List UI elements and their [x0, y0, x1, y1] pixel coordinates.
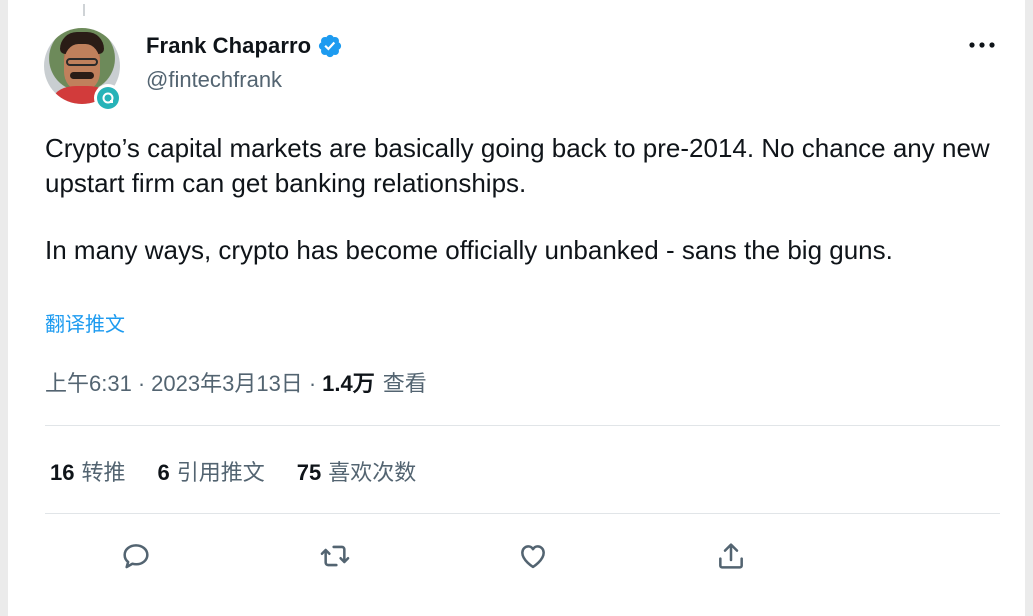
like-button[interactable]	[513, 536, 553, 576]
retweets-stat[interactable]: 16 转推	[50, 455, 126, 487]
reply-icon	[123, 544, 149, 569]
divider	[45, 425, 1000, 426]
meta-separator: ·	[308, 371, 317, 396]
likes-stat[interactable]: 75 喜欢次数	[297, 455, 417, 487]
translate-tweet-link[interactable]: 翻译推文	[45, 308, 125, 337]
quotes-label: 引用推文	[176, 460, 265, 485]
tweet-paragraph-1: Crypto’s capital markets are basically g…	[45, 133, 990, 198]
heart-icon	[521, 545, 545, 569]
action-bar	[8, 536, 1025, 576]
reply-button[interactable]	[116, 536, 156, 576]
tweet-date[interactable]: 2023年3月13日	[151, 366, 303, 398]
share-button[interactable]	[711, 536, 751, 576]
top-divider-mark	[83, 4, 85, 16]
share-icon	[719, 543, 743, 569]
retweet-button[interactable]	[315, 536, 355, 576]
author-row: Frank Chaparro	[146, 33, 343, 59]
likes-label: 喜欢次数	[328, 460, 417, 485]
more-horizontal-icon	[969, 42, 995, 48]
author-name[interactable]: Frank Chaparro	[146, 33, 311, 59]
tweet-meta: 上午6:31 · 2023年3月13日 · 1.4万 查看	[45, 366, 427, 398]
author-handle[interactable]: @fintechfrank	[146, 67, 282, 93]
retweet-icon	[320, 545, 350, 567]
verified-badge-icon	[319, 34, 342, 58]
engagement-stats: 16 转推 6 引用推文 75 喜欢次数	[50, 455, 416, 487]
tweet-card: Frank Chaparro @fintechfrank Crypto’s ca…	[8, 0, 1025, 616]
tweet-text: Crypto’s capital markets are basically g…	[45, 131, 1005, 268]
meta-separator: ·	[137, 371, 146, 396]
tweet-paragraph-2: In many ways, crypto has become official…	[45, 235, 893, 265]
community-badge-icon	[94, 84, 122, 112]
views-count: 1.4万	[322, 371, 375, 396]
tweet-time[interactable]: 上午6:31	[45, 366, 132, 398]
divider	[45, 513, 1000, 514]
quotes-stat[interactable]: 6 引用推文	[158, 455, 265, 487]
quotes-count: 6	[157, 460, 170, 485]
more-options-button[interactable]	[962, 32, 1002, 58]
retweets-count: 16	[50, 460, 75, 485]
likes-count: 75	[296, 460, 322, 485]
retweets-label: 转推	[81, 460, 126, 485]
views-label: 查看	[382, 371, 427, 396]
